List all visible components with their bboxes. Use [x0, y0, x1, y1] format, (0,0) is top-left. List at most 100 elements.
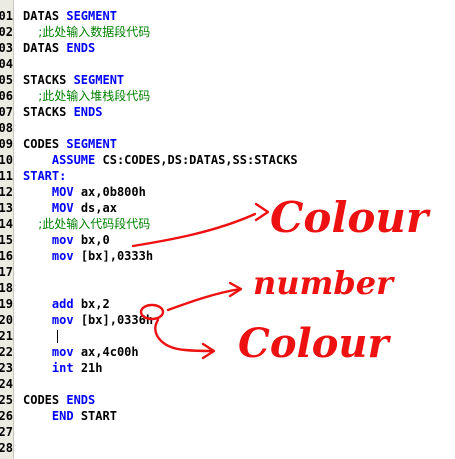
code-line[interactable]: 02 ;此处输入数据段代码	[0, 24, 455, 40]
line-number: 20	[0, 313, 13, 327]
code-line[interactable]: 17	[0, 264, 455, 280]
text-token: bx,0	[73, 233, 110, 247]
line-number: 26	[0, 409, 13, 423]
text-token: STACKS	[23, 73, 74, 87]
code-line[interactable]: 26 END START	[0, 408, 455, 424]
code-text: mov [bx],0333h	[23, 248, 153, 264]
code-text: ;此处输入代码段代码	[23, 216, 150, 232]
comment-token: ;此处输入代码段代码	[23, 217, 151, 231]
code-line[interactable]: 08	[0, 120, 455, 136]
code-text: mov ax,4c00h	[23, 344, 139, 360]
line-number: 27	[0, 425, 13, 439]
code-line[interactable]: 05 STACKS SEGMENT	[0, 72, 455, 88]
line-number: 24	[0, 377, 13, 391]
code-line[interactable]: 21	[0, 328, 455, 344]
line-number: 21	[0, 329, 13, 343]
comment-token: ;此处输入堆栈段代码	[23, 89, 151, 103]
code-line[interactable]: 18	[0, 280, 455, 296]
line-number: 10	[0, 153, 13, 167]
line-number: 12	[0, 185, 13, 199]
keyword-token: ENDS	[66, 393, 96, 407]
text-token: ax,0b800h	[73, 185, 146, 199]
code-text: END START	[23, 408, 117, 424]
text-token: [bx],0336h	[73, 313, 154, 327]
code-text: ASSUME CS:CODES,DS:DATAS,SS:STACKS	[23, 152, 298, 168]
code-text: START:	[23, 168, 66, 184]
code-text: int 21h	[23, 360, 103, 376]
keyword-token: SEGMENT	[66, 9, 117, 23]
line-number: 11	[0, 169, 13, 183]
line-number: 23	[0, 361, 13, 375]
text-caret	[57, 330, 58, 343]
keyword-token: int	[51, 361, 74, 375]
code-line[interactable]: 12 MOV ax,0b800h	[0, 184, 455, 200]
line-number: 19	[0, 297, 13, 311]
code-line[interactable]: 23 int 21h	[0, 360, 455, 376]
line-number: 07	[0, 105, 13, 119]
text-token: ax,4c00h	[73, 345, 139, 359]
text-token: CODES	[23, 393, 67, 407]
text-token: 21h	[73, 361, 103, 375]
keyword-token: mov	[51, 345, 74, 359]
code-line[interactable]: 04	[0, 56, 455, 72]
text-token: ds,ax	[73, 201, 117, 215]
line-number: 05	[0, 73, 13, 87]
comment-token: ;此处输入数据段代码	[23, 25, 151, 39]
line-number: 14	[0, 217, 13, 231]
code-editor[interactable]: 01 DATAS SEGMENT 02 ;此处输入数据段代码 03 DATAS ENDS…	[0, 0, 455, 459]
code-line[interactable]: 07 STACKS ENDS	[0, 104, 455, 120]
line-number: 15	[0, 233, 13, 247]
code-line[interactable]: 20 mov [bx],0336h	[0, 312, 455, 328]
code-text: mov [bx],0336h	[23, 312, 153, 328]
keyword-token: mov	[51, 249, 74, 263]
keyword-token: add	[51, 297, 74, 311]
code-line[interactable]: 09 CODES SEGMENT	[0, 136, 455, 152]
code-text: DATAS SEGMENT	[23, 8, 117, 24]
code-line[interactable]: 16 mov [bx],0333h	[0, 248, 455, 264]
code-line[interactable]: 25 CODES ENDS	[0, 392, 455, 408]
code-line[interactable]: 27	[0, 424, 455, 440]
code-line[interactable]: 06 ;此处输入堆栈段代码	[0, 88, 455, 104]
line-number: 08	[0, 121, 13, 135]
keyword-token: ENDS	[73, 105, 103, 119]
text-token: DATAS	[23, 9, 67, 23]
code-line[interactable]: 14 ;此处输入代码段代码	[0, 216, 455, 232]
line-number: 22	[0, 345, 13, 359]
line-number: 17	[0, 265, 13, 279]
keyword-token: MOV	[51, 185, 74, 199]
line-number: 09	[0, 137, 13, 151]
code-text: ;此处输入数据段代码	[23, 24, 150, 40]
text-token: CODES	[23, 137, 67, 151]
keyword-token: START:	[23, 169, 67, 183]
code-line[interactable]: 03 DATAS ENDS	[0, 40, 455, 56]
code-line[interactable]: 01 DATAS SEGMENT	[0, 8, 455, 24]
line-number: 01	[0, 9, 13, 23]
code-line[interactable]: 28	[0, 440, 455, 456]
code-line[interactable]: 22 mov ax,4c00h	[0, 344, 455, 360]
code-line[interactable]: 24	[0, 376, 455, 392]
code-text: CODES ENDS	[23, 392, 95, 408]
code-line[interactable]: 10 ASSUME CS:CODES,DS:DATAS,SS:STACKS	[0, 152, 455, 168]
line-number: 13	[0, 201, 13, 215]
line-number: 28	[0, 441, 13, 455]
keyword-token: SEGMENT	[66, 137, 117, 151]
text-token: bx,2	[73, 297, 110, 311]
text-token: STACKS	[23, 105, 74, 119]
code-line[interactable]: 11 START:	[0, 168, 455, 184]
code-line[interactable]: 15 mov bx,0	[0, 232, 455, 248]
line-number: 16	[0, 249, 13, 263]
line-number: 04	[0, 57, 13, 71]
code-line[interactable]: 13 MOV ds,ax	[0, 200, 455, 216]
code-text: mov bx,0	[23, 232, 110, 248]
code-line[interactable]: 19 add bx,2	[0, 296, 455, 312]
code-text: CODES SEGMENT	[23, 136, 117, 152]
